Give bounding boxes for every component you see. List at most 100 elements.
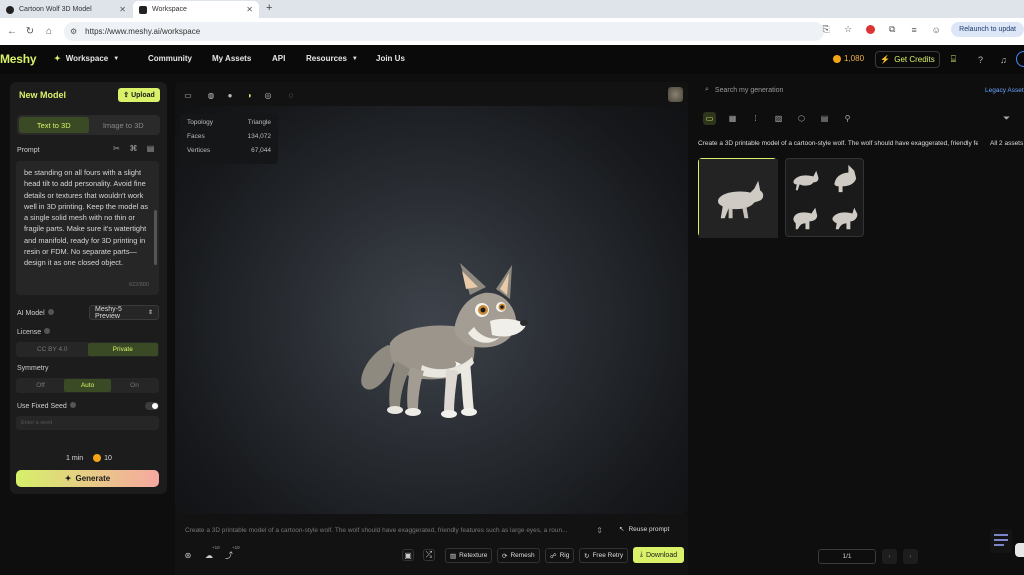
dots-grid-icon[interactable]: ⁞	[749, 112, 762, 125]
tab-close-icon[interactable]: ✕	[246, 5, 253, 14]
chat-bubble-icon[interactable]	[1015, 543, 1024, 557]
prompt-textarea[interactable]: be standing on all fours with a slight h…	[16, 161, 159, 295]
prompt-scrollbar[interactable]	[154, 210, 157, 265]
nav-my-assets[interactable]: My Assets	[212, 54, 251, 63]
reuse-icon: ↖	[619, 526, 625, 533]
retexture-button[interactable]: ▨ Retexture	[445, 548, 493, 563]
environment-thumbnail[interactable]	[668, 87, 683, 102]
template-icon[interactable]: ⌘	[129, 144, 138, 153]
nav-workspace[interactable]: ✦ Workspace ▼	[54, 54, 119, 63]
gift-icon[interactable]: ⌸	[947, 53, 960, 66]
seed-input[interactable]: Enter a seed	[16, 416, 159, 430]
remesh-label: Remesh	[510, 552, 535, 559]
page-indicator: 1/1	[818, 548, 876, 564]
new-tab-icon[interactable]: +	[266, 2, 272, 14]
nav-api[interactable]: API	[272, 54, 285, 63]
upload-cloud-icon[interactable]: ☁	[203, 549, 215, 561]
nav-resources[interactable]: Resources ▼	[306, 54, 358, 63]
bookmark-star-icon[interactable]: ☆	[841, 23, 855, 37]
home-icon[interactable]: ⌂	[39, 21, 59, 41]
help-icon[interactable]: ?	[974, 53, 987, 66]
chevron-down-icon: ▼	[351, 55, 358, 62]
license-cc-by[interactable]: CC BY 4.0	[17, 343, 88, 356]
image-icon[interactable]: ▨	[772, 112, 785, 125]
url-input[interactable]: ⚙ https://www.meshy.ai/workspace	[64, 22, 824, 41]
download-button[interactable]: ⤓ Download	[633, 547, 684, 563]
symmetry-auto[interactable]: Auto	[64, 379, 111, 392]
search-input[interactable]: ⌕ Search my generation	[705, 86, 783, 94]
extension-red-icon[interactable]	[863, 23, 877, 37]
shuffle-icon[interactable]: ✂	[112, 144, 121, 153]
wolf-variant-thumbnail[interactable]	[786, 159, 825, 198]
bell-icon[interactable]: ♫	[997, 53, 1010, 66]
share-icon[interactable]: ⤴	[223, 549, 235, 561]
credit-balance[interactable]: 1,080	[833, 54, 864, 63]
reload-icon[interactable]: ↻	[20, 21, 40, 41]
license-private[interactable]: Private	[87, 343, 158, 356]
tab-favicon-icon	[139, 5, 147, 14]
free-retry-label: Free Retry	[592, 552, 624, 559]
remix-icon[interactable]: ⤮	[423, 549, 435, 561]
legacy-asset-link[interactable]: Legacy Asset	[985, 87, 1024, 94]
filter-funnel-icon[interactable]: ⏷	[1003, 113, 1010, 124]
get-credits-button[interactable]: ⚡ Get Credits	[875, 51, 940, 68]
fixed-seed-switch[interactable]	[145, 402, 159, 410]
tab-image-to-3d[interactable]: Image to 3D	[89, 117, 159, 133]
settings-circle-icon[interactable]: ⊛	[182, 549, 194, 561]
site-settings-icon[interactable]: ⚙	[70, 27, 77, 36]
tab-close-icon[interactable]: ✕	[119, 5, 126, 14]
grid-icon[interactable]: ▦	[726, 112, 739, 125]
symmetry-on[interactable]: On	[111, 379, 158, 392]
ai-model-select[interactable]: Meshy-5 Preview ⇕	[89, 305, 159, 320]
relaunch-button[interactable]: Relaunch to updat	[951, 22, 1024, 37]
next-page-icon[interactable]: ›	[903, 548, 918, 564]
profile-icon[interactable]: ☺	[929, 23, 943, 37]
browser-tab-cartoon-wolf[interactable]: Cartoon Wolf 3D Model ✕	[0, 1, 132, 18]
meshy-logo[interactable]: Meshy	[0, 52, 37, 66]
install-icon[interactable]: ⎘	[819, 23, 833, 37]
symmetry-label: Symmetry	[17, 365, 49, 372]
texture-icon[interactable]: ▤	[818, 112, 831, 125]
reading-list-icon[interactable]: ≡	[907, 23, 921, 37]
clay-icon[interactable]: ●	[225, 90, 235, 100]
topology-value: Triangle	[247, 119, 271, 126]
wolf-model[interactable]	[350, 257, 530, 427]
browser-tab-bar: Cartoon Wolf 3D Model ✕ Workspace ✕ +	[0, 0, 1024, 18]
prompt-label: Prompt	[17, 147, 40, 154]
wolf-variant-thumbnail[interactable]	[786, 198, 825, 237]
nav-join-us[interactable]: Join Us	[376, 54, 405, 63]
nav-community[interactable]: Community	[148, 54, 192, 63]
nav-workspace-label: Workspace	[65, 54, 109, 63]
remesh-button[interactable]: ⟳ Remesh	[497, 548, 540, 563]
folder-icon[interactable]: ▭	[703, 112, 716, 125]
rig-filter-icon[interactable]: ⚲	[841, 112, 854, 125]
cube-icon[interactable]: ⬡	[795, 112, 808, 125]
wolf-variant-thumbnail[interactable]	[825, 159, 864, 198]
rig-button[interactable]: ☍ Rig	[545, 548, 575, 563]
lighting-icon[interactable]: ◌	[286, 90, 296, 100]
url-text: https://www.meshy.ai/workspace	[85, 27, 201, 36]
upload-button[interactable]: ⇪ Upload	[118, 88, 160, 102]
back-icon[interactable]: ←	[2, 21, 22, 41]
free-retry-button[interactable]: ↻ Free Retry	[579, 548, 629, 563]
prompt-preview[interactable]: Create a 3D printable model of a cartoon…	[182, 522, 607, 538]
wolf-variant-thumbnail[interactable]	[825, 198, 864, 237]
chevron-down-icon: ▼	[113, 55, 120, 62]
reuse-prompt-button[interactable]: ↖ Reuse prompt	[619, 525, 669, 534]
clear-icon[interactable]: ▤	[146, 144, 155, 153]
asset-card-variants[interactable]	[785, 158, 864, 237]
monitor-icon[interactable]: ▭	[183, 90, 193, 100]
extensions-icon[interactable]: ⧉	[885, 23, 899, 37]
image-export-icon[interactable]: ▣	[402, 549, 414, 561]
generate-button[interactable]: ✦ Generate	[16, 470, 159, 487]
browser-tab-workspace[interactable]: Workspace ✕	[133, 1, 259, 18]
model-viewport[interactable]: ▭ ◍ ● ◑ ◎ ◌ Topology Triangle Faces 134,07…	[175, 82, 688, 514]
wireframe-icon[interactable]: ◍	[206, 90, 216, 100]
normal-icon[interactable]: ◎	[263, 90, 273, 100]
textured-icon[interactable]: ◑	[244, 90, 254, 100]
tab-text-to-3d[interactable]: Text to 3D	[19, 117, 89, 133]
asset-card-selected[interactable]	[698, 158, 778, 238]
generate-label: Generate	[75, 474, 111, 483]
prev-page-icon[interactable]: ‹	[882, 548, 897, 564]
symmetry-off[interactable]: Off	[17, 379, 64, 392]
